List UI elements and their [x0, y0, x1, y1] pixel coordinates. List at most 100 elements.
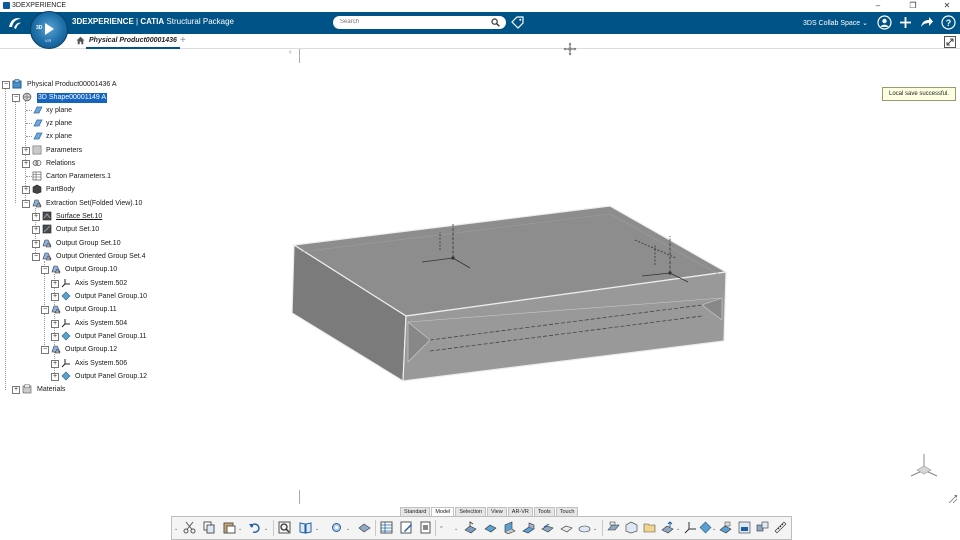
chevron-down-icon[interactable]: ⌄	[315, 526, 319, 532]
group-icon	[51, 265, 61, 274]
search-input[interactable]	[340, 17, 480, 27]
collapse-toggle-icon[interactable]: −	[41, 346, 49, 354]
chevron-down-icon[interactable]: ⌄	[346, 526, 350, 532]
action-bar-tabs: Standard Model Selection View AR-VR Tool…	[400, 507, 579, 517]
ds-logo-icon[interactable]	[7, 15, 23, 31]
panel-group-icon	[61, 331, 71, 341]
chevron-down-icon[interactable]: ⌄	[238, 526, 242, 532]
tab-physical-product[interactable]: Physical Product00001436	[86, 34, 180, 49]
tab-feature-icon[interactable]	[541, 521, 554, 534]
collapse-toggle-icon[interactable]: −	[2, 81, 10, 89]
chevron-down-icon[interactable]: ⌄	[264, 526, 268, 532]
view-mode-icon[interactable]	[358, 521, 371, 534]
measure-icon[interactable]	[774, 521, 787, 534]
chevron-down-icon[interactable]: ⌄	[174, 526, 178, 532]
panel-divider-bottom[interactable]	[299, 490, 300, 504]
undo-icon[interactable]	[248, 521, 261, 534]
add-icon[interactable]	[898, 15, 913, 30]
expand-toggle-icon[interactable]: +	[22, 160, 30, 168]
expand-toggle-icon[interactable]: +	[22, 147, 30, 155]
surface-icon[interactable]	[560, 521, 573, 534]
panel-icon[interactable]	[484, 521, 497, 534]
settings-gear-icon[interactable]	[330, 521, 343, 534]
tree-label: Axis System.506	[75, 360, 128, 367]
tree-label: Physical Product00001436 A	[27, 81, 117, 88]
expand-toggle-icon[interactable]: +	[51, 280, 59, 288]
cut-icon[interactable]	[183, 521, 196, 534]
panel-group-icon[interactable]	[699, 521, 712, 534]
expand-toggle-icon[interactable]: +	[51, 333, 59, 341]
shape-icon[interactable]	[578, 521, 591, 534]
collapse-toggle-icon[interactable]: −	[12, 94, 20, 102]
table-icon	[32, 171, 42, 181]
expand-toggle-icon[interactable]: +	[32, 226, 40, 234]
paste-icon[interactable]	[223, 521, 236, 534]
report-icon[interactable]	[738, 521, 751, 534]
tag-icon[interactable]	[511, 16, 524, 29]
collapse-toggle-icon[interactable]: −	[32, 253, 40, 261]
toolbar-separator	[375, 520, 376, 536]
copy-icon[interactable]	[203, 521, 216, 534]
expand-toggle-icon[interactable]: +	[51, 373, 59, 381]
assembly-icon[interactable]	[756, 521, 769, 534]
chevron-down-icon[interactable]: ⌄	[712, 526, 716, 532]
flange-icon[interactable]	[503, 521, 516, 534]
axis-icon[interactable]	[684, 521, 697, 534]
collapse-toggle-icon[interactable]: −	[41, 266, 49, 274]
collab-space-dropdown[interactable]: 3DS Collab Space ⌄	[803, 19, 868, 27]
expand-toggle-icon[interactable]: +	[51, 360, 59, 368]
tree-label: PartBody	[46, 186, 75, 193]
svg-text:?: ?	[946, 18, 952, 28]
search-icon[interactable]	[491, 18, 500, 27]
expand-toggle-icon[interactable]: +	[51, 293, 59, 301]
share-icon[interactable]	[919, 15, 934, 30]
plane-icon	[33, 132, 43, 140]
add-tab-button[interactable]: +	[180, 35, 186, 46]
box-icon[interactable]	[625, 521, 638, 534]
search-box[interactable]	[333, 16, 506, 29]
folder-icon[interactable]	[643, 521, 656, 534]
plane-icon	[33, 119, 43, 127]
chevron-down-icon[interactable]: ⌄	[454, 526, 458, 532]
expand-toggle-icon[interactable]: +	[12, 386, 20, 394]
minimize-button[interactable]: –	[867, 0, 889, 12]
restore-button[interactable]: ❐	[902, 0, 924, 12]
expand-toggle-icon[interactable]: +	[32, 240, 40, 248]
edit-icon[interactable]	[400, 521, 413, 534]
home-icon[interactable]	[76, 36, 85, 45]
dot-icon[interactable]: ▫	[440, 524, 442, 531]
user-profile-icon[interactable]	[877, 15, 892, 30]
output-icon[interactable]	[719, 521, 732, 534]
extract-icon[interactable]	[661, 521, 674, 534]
expand-toggle-icon[interactable]: +	[22, 186, 30, 194]
open-book-icon[interactable]	[299, 521, 312, 534]
materials-icon	[22, 384, 32, 394]
brand-catia: CATIA	[140, 17, 165, 26]
3d-model-viewport[interactable]	[280, 190, 740, 390]
compass-widget[interactable]: 3D V.R	[30, 11, 68, 49]
chevron-down-icon[interactable]: ⌄	[593, 526, 597, 532]
hem-icon[interactable]	[522, 521, 535, 534]
panel-divider[interactable]	[299, 49, 300, 63]
expand-toggle-icon[interactable]: +	[51, 320, 59, 328]
collapse-toggle-icon[interactable]: −	[41, 306, 49, 314]
tree-label: Materials	[37, 386, 66, 393]
unfold-icon[interactable]	[607, 521, 620, 534]
chevron-down-icon[interactable]: ⌄	[676, 526, 680, 532]
tree-label: zx plane	[46, 133, 73, 140]
axis-orientation-icon[interactable]	[909, 452, 939, 478]
maximize-icon[interactable]	[944, 36, 956, 48]
document-icon[interactable]	[419, 521, 432, 534]
fold-icon[interactable]	[464, 521, 477, 534]
move-icon[interactable]	[563, 42, 577, 56]
close-button[interactable]: ✕	[936, 0, 958, 12]
collapse-toggle-icon[interactable]: −	[22, 200, 30, 208]
collapse-panel-icon[interactable]: ‹	[289, 49, 291, 56]
fit-all-icon[interactable]	[278, 521, 291, 534]
resize-icon[interactable]	[948, 494, 958, 504]
expand-toggle-icon[interactable]: +	[32, 213, 40, 221]
help-icon[interactable]: ?	[941, 15, 956, 30]
tree-label: Surface Set.10	[56, 213, 103, 220]
tree-label: Output Set.10	[56, 226, 100, 233]
table-icon[interactable]	[380, 521, 393, 534]
